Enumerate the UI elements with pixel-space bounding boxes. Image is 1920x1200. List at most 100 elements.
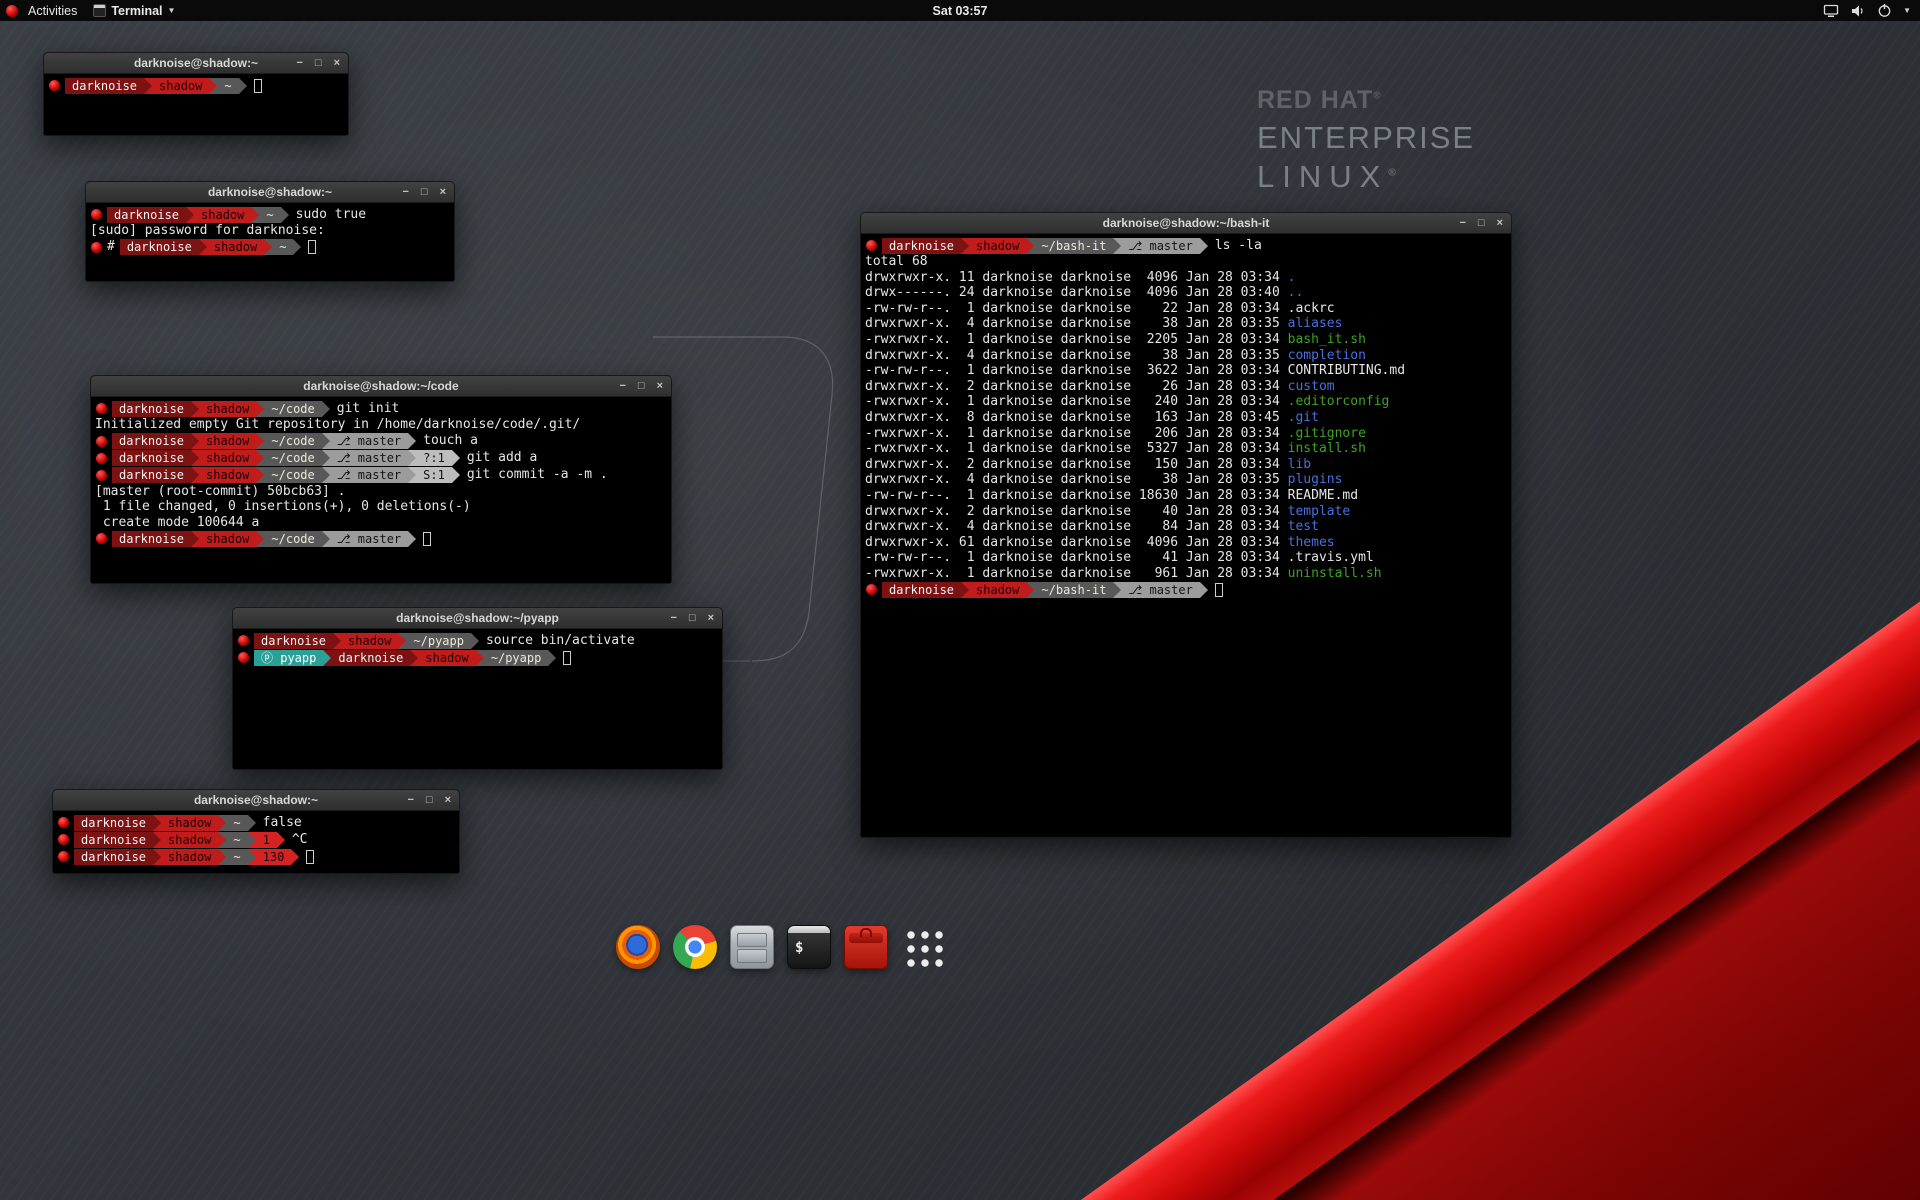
apps-grid-icon[interactable] <box>901 925 945 969</box>
powerline-arrow-shape <box>218 815 226 831</box>
terminal-window: darknoise@shadow:~−□×darknoiseshadow~sud… <box>85 181 455 282</box>
powerline-arrow-icon <box>277 832 285 848</box>
terminal-cursor <box>1215 583 1223 597</box>
close-button[interactable]: × <box>334 58 340 69</box>
minimize-button[interactable]: − <box>296 58 302 69</box>
minimize-button[interactable]: − <box>1459 218 1465 229</box>
chevron-down-icon: ▼ <box>168 6 176 15</box>
toolbox-icon[interactable] <box>844 925 888 969</box>
maximize-button[interactable]: □ <box>315 58 322 69</box>
minimize-button[interactable]: − <box>619 381 625 392</box>
prompt-segment-host: shadow <box>969 582 1026 598</box>
prompt-segment-path: ~/code <box>264 433 321 449</box>
powerline-arrow-shape <box>408 450 416 466</box>
powerline-arrow-shape <box>218 832 226 848</box>
terminal-content[interactable]: darknoiseshadow~sudo true[sudo] password… <box>86 203 454 259</box>
close-button[interactable]: × <box>1497 218 1503 229</box>
redhat-prompt-icon <box>58 851 69 862</box>
prompt-segment-err: 1 <box>256 832 277 848</box>
powerline-arrow-icon <box>191 467 199 483</box>
files-icon[interactable] <box>730 925 774 969</box>
file-name: .. <box>1288 285 1304 300</box>
powerline-arrow-icon <box>322 401 330 417</box>
prompt-segment-git: ⎇ master <box>330 433 408 449</box>
ls-meta-text: drwxrwxr-x. 2 darknoise darknoise 150 Ja… <box>865 457 1288 472</box>
prompt-segment-host: shadow <box>969 238 1026 254</box>
minimize-button[interactable]: − <box>407 795 413 806</box>
redhat-prompt-icon <box>866 240 877 251</box>
window-titlebar[interactable]: darknoise@shadow:~−□× <box>44 53 348 74</box>
maximize-button[interactable]: □ <box>638 381 645 392</box>
ls-meta-text: drwxrwxr-x. 4 darknoise darknoise 84 Jan… <box>865 519 1288 534</box>
focused-app-menu[interactable]: Terminal ▼ <box>87 4 181 18</box>
maximize-button[interactable]: □ <box>689 613 696 624</box>
prompt-segment-venv: ⓟ pyapp <box>254 650 323 666</box>
file-list-row: -rwxrwxr-x. 1 darknoise darknoise 206 Ja… <box>865 426 1507 442</box>
powerline-arrow-icon <box>248 849 256 865</box>
maximize-button[interactable]: □ <box>421 187 428 198</box>
close-button[interactable]: × <box>708 613 714 624</box>
powerline-arrow-icon <box>1200 238 1208 254</box>
terminal-prompt-line: darknoiseshadow~/codegit init <box>95 400 667 417</box>
file-name: install.sh <box>1288 441 1366 456</box>
chrome-icon[interactable] <box>673 925 717 969</box>
terminal-icon[interactable]: $ <box>787 925 831 969</box>
command-text: ls -la <box>1215 238 1262 254</box>
window-titlebar[interactable]: darknoise@shadow:~−□× <box>86 182 454 203</box>
redhat-prompt-icon <box>238 635 249 646</box>
ls-meta-text: drwxrwxr-x. 61 darknoise darknoise 4096 … <box>865 535 1288 550</box>
window-title: darknoise@shadow:~/bash-it <box>861 213 1511 233</box>
prompt-segment-host: shadow <box>199 433 256 449</box>
system-tray[interactable]: ▼ <box>1823 3 1920 18</box>
powerline-arrow-shape <box>248 832 256 848</box>
close-button[interactable]: × <box>440 187 446 198</box>
minimize-button[interactable]: − <box>670 613 676 624</box>
window-titlebar[interactable]: darknoise@shadow:~−□× <box>53 790 459 811</box>
powerline-arrow-shape <box>153 849 161 865</box>
prompt-segment-host: shadow <box>161 815 218 831</box>
terminal-prompt-line: darknoiseshadow~/code⎇ master <box>95 530 667 547</box>
file-list-row: drwxrwxr-x. 4 darknoise darknoise 38 Jan… <box>865 316 1507 332</box>
powerline-arrow-icon <box>144 78 152 94</box>
close-button[interactable]: × <box>445 795 451 806</box>
terminal-content[interactable]: darknoiseshadow~/codegit initInitialized… <box>91 397 671 550</box>
redhat-menu-icon[interactable] <box>6 5 18 17</box>
firefox-icon[interactable] <box>616 925 660 969</box>
maximize-button[interactable]: □ <box>1478 218 1485 229</box>
terminal-cursor <box>306 850 314 864</box>
ls-meta-text: -rwxrwxr-x. 1 darknoise darknoise 2205 J… <box>865 332 1288 347</box>
activities-button[interactable]: Activities <box>24 4 81 18</box>
terminal-content[interactable]: darknoiseshadow~falsedarknoiseshadow~1^C… <box>53 811 459 868</box>
terminal-content[interactable]: darknoiseshadow~/pyappsource bin/activat… <box>233 629 722 669</box>
powerline-arrow-shape <box>1113 238 1121 254</box>
file-list-row: drwxrwxr-x. 2 darknoise darknoise 150 Ja… <box>865 457 1507 473</box>
window-titlebar[interactable]: darknoise@shadow:~/pyapp−□× <box>233 608 722 629</box>
window-titlebar[interactable]: darknoise@shadow:~/bash-it− □ × <box>861 213 1511 234</box>
powerline-arrow-shape <box>256 531 264 547</box>
prompt-segment-user: darknoise <box>112 433 191 449</box>
command-text: sudo true <box>296 207 366 223</box>
terminal-content[interactable]: darknoiseshadow~/bash-it⎇ masterls -lato… <box>861 234 1511 601</box>
terminal-cursor <box>308 240 316 254</box>
file-list-row: -rwxrwxr-x. 1 darknoise darknoise 240 Ja… <box>865 394 1507 410</box>
redhat-prompt-icon <box>238 652 249 663</box>
clock[interactable]: Sat 03:57 <box>933 4 988 18</box>
file-list-row: drwx------. 24 darknoise darknoise 4096 … <box>865 285 1507 301</box>
maximize-button[interactable]: □ <box>426 795 433 806</box>
prompt-segment-host: shadow <box>199 467 256 483</box>
powerline-arrow-shape <box>322 433 330 449</box>
powerline-arrow-shape <box>153 815 161 831</box>
minimize-button[interactable]: − <box>402 187 408 198</box>
prompt-segment-git: ⎇ master <box>1121 238 1199 254</box>
top-bar-left: Activities Terminal ▼ <box>0 4 181 18</box>
close-button[interactable]: × <box>657 381 663 392</box>
powerline-arrow-icon <box>398 633 406 649</box>
redhat-prompt-icon <box>96 403 107 414</box>
command-text: git add a <box>467 450 537 466</box>
powerline-arrow-shape <box>1113 582 1121 598</box>
terminal-window: darknoise@shadow:~/pyapp−□×darknoiseshad… <box>232 607 723 770</box>
terminal-content[interactable]: darknoiseshadow~ <box>44 74 348 97</box>
file-name: plugins <box>1288 472 1343 487</box>
window-titlebar[interactable]: darknoise@shadow:~/code−□× <box>91 376 671 397</box>
terminal-window: darknoise@shadow:~/bash-it−□×darknoisesh… <box>860 212 1512 838</box>
